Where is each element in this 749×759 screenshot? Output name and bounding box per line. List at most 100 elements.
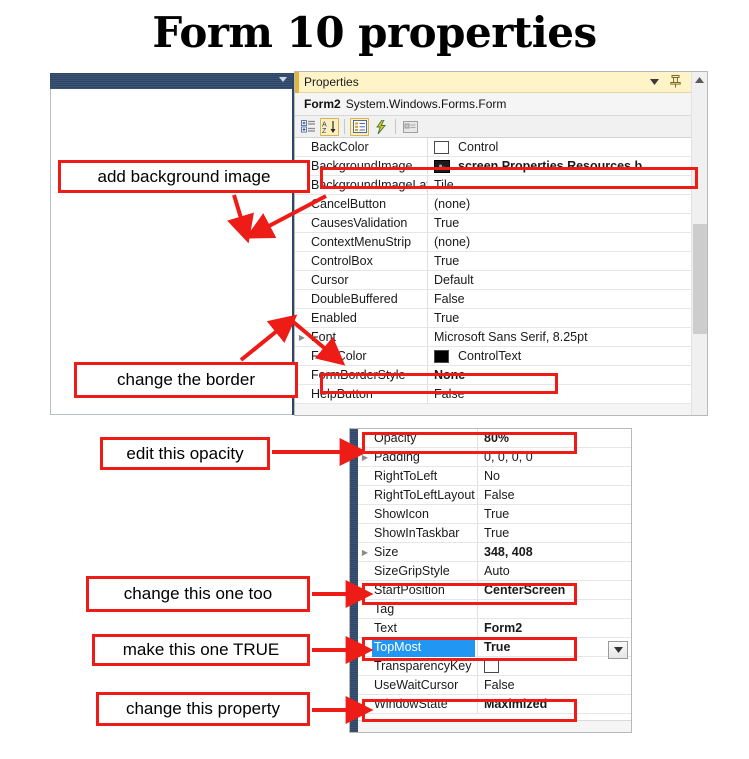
property-row-tag[interactable]: Tag	[358, 600, 631, 619]
property-value[interactable]: True	[478, 507, 631, 521]
chevron-down-icon[interactable]	[648, 73, 661, 90]
property-row-forecolor[interactable]: ForeColor ControlText	[295, 347, 707, 366]
color-swatch[interactable]	[484, 659, 499, 673]
property-value[interactable]: False	[428, 292, 707, 306]
property-row-text[interactable]: Text Form2	[358, 619, 631, 638]
property-value-text: None	[434, 368, 466, 382]
property-value[interactable]: True	[478, 526, 631, 540]
properties-grid-lower[interactable]: Opacity 80% ▶ Padding 0, 0, 0, 0 RightToLeft N…	[358, 429, 631, 732]
property-value-text: True	[484, 507, 510, 521]
property-name: ContextMenuStrip	[311, 235, 412, 249]
properties-grid-footer	[358, 720, 631, 732]
property-name: HelpButton	[311, 387, 373, 401]
property-row-transparencykey[interactable]: TransparencyKey	[358, 657, 631, 676]
chevron-down-icon[interactable]	[608, 641, 628, 659]
property-row-doublebuffered[interactable]: DoubleBuffered False	[295, 290, 707, 309]
property-value[interactable]: None	[428, 368, 707, 382]
property-value[interactable]: CenterScreen	[478, 583, 631, 597]
chevron-up-icon[interactable]	[692, 72, 707, 88]
property-value[interactable]: Auto	[478, 564, 631, 578]
property-value-text: True	[484, 526, 510, 540]
property-value[interactable]: True	[428, 254, 707, 268]
categorized-view-button[interactable]	[299, 118, 318, 136]
selected-object-type: System.Windows.Forms.Form	[345, 97, 507, 111]
property-row-windowstate[interactable]: WindowState Maximized	[358, 695, 631, 714]
property-row-contextmenustrip[interactable]: ContextMenuStrip (none)	[295, 233, 707, 252]
property-row-controlbox[interactable]: ControlBox True	[295, 252, 707, 271]
property-name: Opacity	[374, 431, 417, 445]
property-value-text: No	[484, 469, 500, 483]
property-row-formborderstyle[interactable]: FormBorderStyle None	[295, 366, 707, 385]
property-row-backgroundimagelayout[interactable]: BackgroundImageLayout Tile	[295, 176, 707, 195]
property-name: FormBorderStyle	[311, 368, 406, 382]
property-name: StartPosition	[374, 583, 445, 597]
property-value[interactable]: Tile	[428, 178, 707, 192]
property-value[interactable]	[478, 659, 631, 673]
property-row-padding[interactable]: ▶ Padding 0, 0, 0, 0	[358, 448, 631, 467]
properties-grid[interactable]: BackColor Control BackgroundImage screen.Pr…	[295, 138, 707, 404]
property-value[interactable]: False	[428, 387, 707, 401]
property-value[interactable]: (none)	[428, 235, 707, 249]
property-row-righttoleftlayout[interactable]: RightToLeftLayout False	[358, 486, 631, 505]
expand-triangle-icon[interactable]: ▶	[358, 548, 372, 557]
property-row-causesvalidation[interactable]: CausesValidation True	[295, 214, 707, 233]
property-value-text: True	[434, 216, 460, 230]
property-row-font[interactable]: ▶ Font Microsoft Sans Serif, 8.25pt	[295, 328, 707, 347]
events-view-button[interactable]	[371, 118, 390, 136]
property-name: Font	[311, 330, 337, 344]
property-value[interactable]: Maximized	[478, 697, 631, 711]
property-value[interactable]: 0, 0, 0, 0	[478, 450, 631, 464]
image-thumbnail[interactable]	[434, 159, 450, 173]
property-value-text: Tile	[434, 178, 454, 192]
scrollbar-thumb[interactable]	[693, 224, 707, 334]
property-row-showintaskbar[interactable]: ShowInTaskbar True	[358, 524, 631, 543]
chevron-down-icon[interactable]	[279, 77, 287, 82]
property-name: RightToLeft	[374, 469, 438, 483]
property-row-startposition[interactable]: StartPosition CenterScreen	[358, 581, 631, 600]
property-value[interactable]: ControlText	[428, 349, 707, 363]
property-row-sizegripstyle[interactable]: SizeGripStyle Auto	[358, 562, 631, 581]
callout-make-this-one-true: make this one TRUE	[92, 634, 310, 666]
expand-triangle-icon[interactable]: ▶	[358, 453, 372, 462]
property-value[interactable]: False	[478, 488, 631, 502]
property-row-topmost[interactable]: TopMost True	[358, 637, 631, 657]
property-value-text: Auto	[484, 564, 510, 578]
property-value[interactable]: Control	[428, 140, 707, 154]
property-row-showicon[interactable]: ShowIcon True	[358, 505, 631, 524]
property-row-enabled[interactable]: Enabled True	[295, 309, 707, 328]
property-value[interactable]: False	[478, 678, 631, 692]
pin-icon[interactable]	[669, 73, 682, 90]
property-row-opacity[interactable]: Opacity 80%	[358, 429, 631, 448]
property-value[interactable]: True	[428, 216, 707, 230]
property-name: CancelButton	[311, 197, 387, 211]
property-row-righttoleft[interactable]: RightToLeft No	[358, 467, 631, 486]
property-row-backcolor[interactable]: BackColor Control	[295, 138, 707, 157]
property-value[interactable]: 80%	[478, 431, 631, 445]
property-pages-button[interactable]	[401, 118, 420, 136]
alphabetical-sort-button[interactable]: A Z	[320, 117, 339, 136]
property-row-usewaitcursor[interactable]: UseWaitCursor False	[358, 676, 631, 695]
property-value[interactable]: (none)	[428, 197, 707, 211]
column-divider	[477, 600, 478, 618]
color-swatch[interactable]	[434, 349, 449, 363]
expand-triangle-icon[interactable]: ▶	[295, 333, 309, 342]
property-value[interactable]: Form2	[478, 621, 631, 635]
properties-object-selector[interactable]: Form2 System.Windows.Forms.Form	[295, 93, 707, 116]
property-row-cursor[interactable]: Cursor Default	[295, 271, 707, 290]
color-swatch[interactable]	[434, 140, 449, 154]
property-value[interactable]: No	[478, 469, 631, 483]
property-value[interactable]: screen.Properties.Resources.b	[428, 159, 707, 173]
property-name: Padding	[374, 450, 420, 464]
properties-view-button[interactable]	[350, 117, 369, 136]
properties-scrollbar[interactable]	[691, 72, 707, 415]
property-value[interactable]: True	[428, 311, 707, 325]
property-row-cancelbutton[interactable]: CancelButton (none)	[295, 195, 707, 214]
property-value[interactable]: Microsoft Sans Serif, 8.25pt	[428, 330, 707, 344]
callout-change-this-property: change this property	[96, 692, 310, 726]
property-row-size[interactable]: ▶ Size 348, 408	[358, 543, 631, 562]
property-value[interactable]: Default	[428, 273, 707, 287]
property-row-backgroundimage[interactable]: BackgroundImage screen.Properties.Resourc…	[295, 157, 707, 176]
property-value[interactable]: 348, 408	[478, 545, 631, 559]
property-value-text: True	[484, 640, 511, 654]
property-row-helpbutton[interactable]: HelpButton False	[295, 385, 707, 404]
